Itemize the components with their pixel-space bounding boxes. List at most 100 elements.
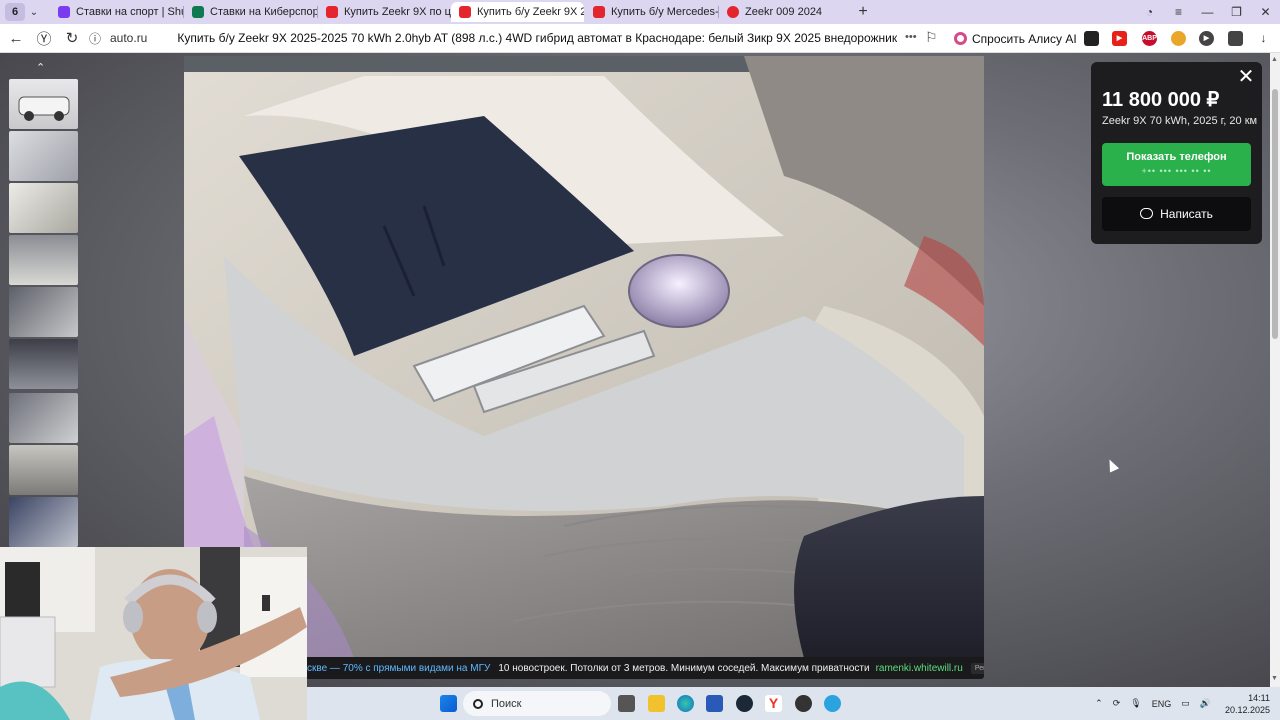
cybersport-favicon-icon bbox=[192, 6, 204, 18]
taskbar-search[interactable]: Поиск bbox=[463, 691, 611, 716]
site-info-icon[interactable]: ⓘ bbox=[86, 30, 104, 47]
phone-masked: +•• ••• ••• •• •• bbox=[1141, 166, 1212, 176]
ad-link[interactable]: ramenki.whitewill.ru bbox=[876, 663, 963, 674]
alice-label: Спросить Алису AI bbox=[972, 31, 1077, 46]
thumbnail-3[interactable] bbox=[9, 183, 78, 233]
thumbnail-1[interactable] bbox=[9, 79, 78, 129]
autoru-favicon-icon bbox=[326, 6, 338, 18]
autoru-favicon-icon bbox=[593, 6, 605, 18]
app-icon[interactable] bbox=[795, 695, 812, 712]
url-host[interactable]: auto.ru bbox=[110, 31, 147, 45]
volume-icon[interactable]: 🔊 bbox=[1200, 698, 1211, 709]
ad-text-1: скве — 70% с прямыми видами на МГУ bbox=[307, 662, 491, 674]
extension-icon[interactable] bbox=[1171, 31, 1186, 46]
tab-mercedes[interactable]: Купить б/у Mercedes-Benz bbox=[585, 2, 718, 22]
edge-icon[interactable] bbox=[677, 695, 694, 712]
chat-icon bbox=[1140, 208, 1154, 219]
address-bar: ← Ⓨ ↻ ⓘ auto.ru Купить б/у Zeekr 9X 2025… bbox=[0, 24, 1280, 53]
steam-icon[interactable] bbox=[736, 695, 753, 712]
start-icon[interactable] bbox=[440, 695, 457, 712]
listing-panel: ✕ 11 800 000 ₽ Zeekr 9X 70 kWh, 2025 г, … bbox=[1091, 62, 1262, 244]
minimize-icon[interactable]: — bbox=[1193, 5, 1222, 19]
language-indicator[interactable]: ENG bbox=[1152, 699, 1172, 709]
tab-title: Zeekr 009 2024 bbox=[745, 6, 823, 18]
thumbnail-5[interactable] bbox=[9, 287, 78, 337]
explorer-icon[interactable] bbox=[648, 695, 665, 712]
shuffle-favicon-icon bbox=[58, 6, 70, 18]
tray-chevron-icon[interactable]: ⌃ bbox=[1095, 698, 1103, 709]
scroll-up-icon[interactable]: ⌃ bbox=[36, 61, 45, 74]
ad-banner[interactable]: скве — 70% с прямыми видами на МГУ 10 но… bbox=[305, 657, 984, 679]
thumbnail-2[interactable] bbox=[9, 131, 78, 181]
thumbnail-4[interactable] bbox=[9, 235, 78, 285]
yandex-icon[interactable]: Ⓨ bbox=[30, 28, 58, 49]
scroll-thumb[interactable] bbox=[1272, 89, 1278, 339]
autoru-favicon-icon bbox=[459, 6, 471, 18]
pinterest-favicon-icon bbox=[727, 6, 739, 18]
thumbnail-6[interactable] bbox=[9, 339, 78, 389]
ad-text-2: 10 новостроек. Потолки от 3 метров. Мини… bbox=[498, 662, 870, 674]
ask-alice-button[interactable]: Спросить Алису AI bbox=[950, 28, 1085, 49]
window-controls: ◔ ≡ — ❐ ✕ bbox=[1135, 0, 1280, 24]
tab-zeekr-used-active[interactable]: Купить б/у Zeekr 9X 20 ✕ bbox=[451, 2, 584, 22]
tab-zeekr-009[interactable]: Zeekr 009 2024 bbox=[719, 2, 852, 22]
reload-icon[interactable]: ↻ bbox=[58, 29, 86, 47]
close-icon[interactable]: ✕ bbox=[1237, 67, 1255, 87]
ad-label: Реклама • 16+ bbox=[970, 662, 984, 674]
thumbnail-9[interactable] bbox=[9, 497, 78, 547]
clock-date: 20.12.2025 bbox=[1224, 704, 1270, 715]
tab-zeekr-price[interactable]: Купить Zeekr 9X по цене с bbox=[318, 2, 451, 22]
alice-icon bbox=[954, 32, 967, 45]
show-phone-label: Показать телефон bbox=[1126, 151, 1227, 163]
download-icon[interactable]: ↓ bbox=[1256, 31, 1271, 46]
system-tray: ⌃ ⟳ 🎙 ENG ▭ 🔊 14:11 20.12.2025 bbox=[1085, 687, 1270, 720]
clock-time: 14:11 bbox=[1248, 692, 1270, 703]
tab-title: Купить Zeekr 9X по цене с bbox=[344, 6, 451, 18]
scroll-down-arrow-icon[interactable]: ▼ bbox=[1271, 675, 1278, 682]
sync-icon[interactable]: ⟳ bbox=[1113, 698, 1121, 709]
extensions-icon[interactable] bbox=[1228, 31, 1243, 46]
price: 11 800 000 ₽ bbox=[1102, 89, 1220, 111]
adblock-icon[interactable]: ABP bbox=[1142, 31, 1157, 46]
tab-shuffle[interactable]: Ставки на спорт | Shuffle bbox=[50, 2, 183, 22]
thumbnail-8[interactable] bbox=[9, 445, 78, 495]
clock[interactable]: 14:11 20.12.2025 bbox=[1225, 692, 1270, 716]
listing-subtitle: Zeekr 9X 70 kWh, 2025 г, 20 км bbox=[1102, 115, 1258, 127]
task-view-icon[interactable] bbox=[618, 695, 635, 712]
show-phone-button[interactable]: Показать телефон +•• ••• ••• •• •• bbox=[1102, 143, 1251, 186]
search-placeholder: Поиск bbox=[491, 697, 522, 710]
write-message-button[interactable]: Написать bbox=[1102, 197, 1251, 231]
search-icon bbox=[473, 698, 483, 709]
tab-title: Ставки на спорт | Shuffle bbox=[76, 6, 183, 18]
store-icon[interactable] bbox=[706, 695, 723, 712]
tab-title: Купить б/у Mercedes-Benz bbox=[611, 6, 718, 18]
close-window-icon[interactable]: ✕ bbox=[1251, 5, 1280, 19]
tab-title: Ставки на Киберспорт - С bbox=[210, 6, 317, 18]
profile-icon[interactable]: ◔ bbox=[1135, 5, 1164, 19]
chevron-down-icon[interactable]: ⌄ bbox=[25, 7, 43, 18]
webcam-feed bbox=[0, 547, 307, 720]
yandex-browser-icon[interactable]: Y bbox=[765, 695, 782, 712]
back-icon[interactable]: ← bbox=[2, 30, 30, 47]
page-title[interactable]: Купить б/у Zeekr 9X 2025-2025 70 kWh 2.0… bbox=[177, 31, 897, 45]
tab-title: Купить б/у Zeekr 9X 20 bbox=[477, 6, 584, 18]
youtube-icon[interactable]: ▶ bbox=[1112, 31, 1127, 46]
more-icon[interactable]: ••• bbox=[905, 31, 917, 43]
media-icon[interactable]: ▶ bbox=[1199, 31, 1214, 46]
telegram-icon[interactable] bbox=[824, 695, 841, 712]
mic-icon[interactable]: 🎙 bbox=[1130, 698, 1141, 709]
scroll-up-arrow-icon[interactable]: ▲ bbox=[1271, 56, 1278, 63]
new-tab-button[interactable]: + bbox=[854, 3, 872, 21]
menu-icon[interactable]: ≡ bbox=[1164, 5, 1193, 19]
network-icon[interactable]: ▭ bbox=[1181, 698, 1190, 709]
bookmark-icon[interactable]: ⚐ bbox=[925, 29, 938, 46]
thumbnail-7[interactable] bbox=[9, 393, 78, 443]
mouse-cursor bbox=[1104, 457, 1120, 473]
page-scrollbar[interactable]: ▲ ▼ bbox=[1270, 53, 1280, 687]
tab-cybersport[interactable]: Ставки на Киберспорт - С bbox=[184, 2, 317, 22]
maximize-icon[interactable]: ❐ bbox=[1222, 5, 1251, 19]
tab-strip: 6 ⌄ Ставки на спорт | Shuffle Ставки на … bbox=[0, 0, 1280, 24]
bookmark-ext-icon[interactable] bbox=[1084, 31, 1099, 46]
windows-taskbar: Поиск Y ⌃ ⟳ 🎙 ENG ▭ 🔊 14:11 20.12.2025 bbox=[307, 687, 1280, 720]
tab-count-button[interactable]: 6 bbox=[5, 3, 25, 21]
